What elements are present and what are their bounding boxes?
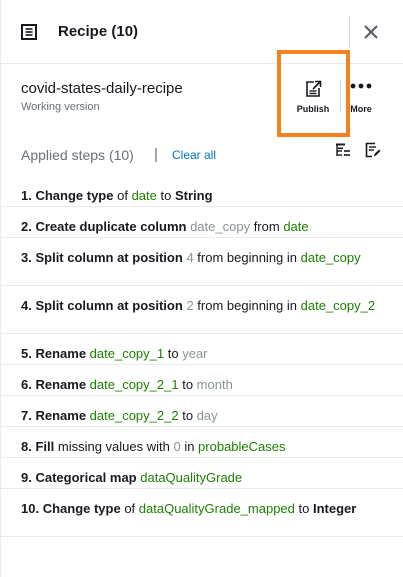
step-plain-text: in bbox=[180, 439, 199, 454]
step-kw-text: Rename bbox=[35, 346, 87, 361]
step-text: 10. Change type of dataQualityGrade_mapp… bbox=[21, 498, 387, 519]
step-kw-text: Split column at position bbox=[35, 298, 183, 313]
applied-steps-title: Applied steps (10) bbox=[21, 147, 134, 163]
step-kw-text: Fill bbox=[35, 439, 55, 454]
step-item-3[interactable]: 3. Split column at position 4 from begin… bbox=[1, 238, 403, 286]
step-number: 1. bbox=[21, 188, 36, 203]
step-val-text: date_copy bbox=[190, 219, 251, 234]
step-kw-text: Rename bbox=[35, 408, 87, 423]
step-plain-text: missing values with bbox=[54, 439, 174, 454]
step-col-text: dataQualityGrade bbox=[140, 470, 243, 485]
step-val-text: 0 bbox=[173, 439, 181, 454]
step-plain-text: to bbox=[178, 377, 197, 392]
header-divider bbox=[349, 16, 350, 48]
step-number: 2. bbox=[21, 219, 36, 234]
step-col-text: date_copy_2_1 bbox=[89, 377, 179, 392]
step-text: 1. Change type of date to String bbox=[21, 185, 387, 206]
recipe-info: covid-states-daily-recipe Working versio… bbox=[1, 64, 403, 134]
recipe-version: Working version bbox=[21, 101, 100, 113]
step-text: 2. Create duplicate column date_copy fro… bbox=[21, 216, 387, 237]
step-plain-text: to bbox=[156, 188, 175, 203]
step-plain-text: of bbox=[113, 188, 132, 203]
more-button[interactable]: More bbox=[345, 76, 377, 120]
recipe-list-icon bbox=[21, 24, 37, 40]
step-plain-text: to bbox=[164, 346, 183, 361]
step-number: 7. bbox=[21, 408, 36, 423]
step-item-10[interactable]: 10. Change type of dataQualityGrade_mapp… bbox=[1, 489, 403, 537]
step-text: 9. Categorical map dataQualityGrade bbox=[21, 467, 387, 488]
step-text: 8. Fill missing values with 0 in probabl… bbox=[21, 436, 387, 457]
step-item-5[interactable]: 5. Rename date_copy_1 to year bbox=[1, 334, 403, 365]
step-text: 7. Rename date_copy_2_2 to day bbox=[21, 405, 387, 426]
step-item-6[interactable]: 6. Rename date_copy_2_1 to month bbox=[1, 365, 403, 396]
step-plain-text: from beginning in bbox=[193, 298, 301, 313]
step-number: 6. bbox=[21, 377, 36, 392]
step-number: 5. bbox=[21, 346, 36, 361]
step-number: 8. bbox=[21, 439, 36, 454]
clear-all-link[interactable]: Clear all bbox=[172, 148, 216, 162]
step-item-4[interactable]: 4. Split column at position 2 from begin… bbox=[1, 286, 403, 334]
step-plain-text: to bbox=[178, 408, 197, 423]
applied-steps-header: Applied steps (10) | Clear all bbox=[1, 138, 403, 170]
header-separator: | bbox=[154, 146, 158, 163]
step-kw-text: Change type bbox=[42, 501, 121, 516]
step-kw-text: Categorical map bbox=[35, 470, 137, 485]
action-divider bbox=[340, 80, 341, 112]
step-col-text: date_copy_1 bbox=[89, 346, 165, 361]
step-plain-text: from bbox=[250, 219, 284, 234]
more-dots-icon bbox=[350, 83, 372, 89]
step-col-text: dataQualityGrade_mapped bbox=[138, 501, 295, 516]
step-val-text: day bbox=[196, 408, 218, 423]
step-kw-text: Create duplicate column bbox=[35, 219, 187, 234]
step-kw-text: Split column at position bbox=[35, 250, 183, 265]
step-number: 10. bbox=[21, 501, 43, 516]
publish-icon bbox=[306, 80, 322, 97]
step-number: 4. bbox=[21, 298, 36, 313]
step-item-1[interactable]: 1. Change type of date to String bbox=[1, 176, 403, 207]
step-item-8[interactable]: 8. Fill missing values with 0 in probabl… bbox=[1, 427, 403, 458]
step-item-9[interactable]: 9. Categorical map dataQualityGrade bbox=[1, 458, 403, 489]
publish-button[interactable]: Publish bbox=[288, 76, 338, 120]
step-item-7[interactable]: 7. Rename date_copy_2_2 to day bbox=[1, 396, 403, 427]
close-icon[interactable] bbox=[363, 24, 379, 40]
more-label: More bbox=[350, 104, 372, 114]
step-text: 6. Rename date_copy_2_1 to month bbox=[21, 374, 387, 395]
step-kw-text: Rename bbox=[35, 377, 87, 392]
step-item-2[interactable]: 2. Create duplicate column date_copy fro… bbox=[1, 207, 403, 238]
step-text: 3. Split column at position 4 from begin… bbox=[21, 247, 387, 268]
step-col-text: date bbox=[283, 219, 309, 234]
step-col-text: date bbox=[131, 188, 157, 203]
filter-list-icon[interactable] bbox=[335, 142, 351, 158]
publish-label: Publish bbox=[296, 104, 330, 114]
step-plain-text: of bbox=[120, 501, 139, 516]
step-number: 3. bbox=[21, 250, 36, 265]
step-col-text: date_copy_2_2 bbox=[89, 408, 179, 423]
recipe-panel: Recipe (10) covid-states-daily-recipe Wo… bbox=[0, 0, 403, 577]
panel-header: Recipe (10) bbox=[1, 0, 403, 64]
step-plain-text: to bbox=[294, 501, 313, 516]
edit-list-icon[interactable] bbox=[365, 142, 381, 158]
step-text: 4. Split column at position 2 from begin… bbox=[21, 295, 387, 316]
step-col-text: date_copy_2 bbox=[300, 298, 376, 313]
step-val-text: 4 bbox=[186, 250, 194, 265]
step-val-text: month bbox=[196, 377, 233, 392]
step-strong-text: String bbox=[174, 188, 213, 203]
recipe-name: covid-states-daily-recipe bbox=[21, 80, 183, 97]
step-plain-text: from beginning in bbox=[193, 250, 301, 265]
step-strong-text: Integer bbox=[312, 501, 357, 516]
step-col-text: probableCases bbox=[198, 439, 286, 454]
step-text: 5. Rename date_copy_1 to year bbox=[21, 343, 387, 364]
step-col-text: date_copy bbox=[300, 250, 361, 265]
step-number: 9. bbox=[21, 470, 36, 485]
step-val-text: 2 bbox=[186, 298, 194, 313]
panel-title: Recipe (10) bbox=[58, 23, 139, 40]
step-kw-text: Change type bbox=[35, 188, 114, 203]
step-val-text: year bbox=[182, 346, 208, 361]
